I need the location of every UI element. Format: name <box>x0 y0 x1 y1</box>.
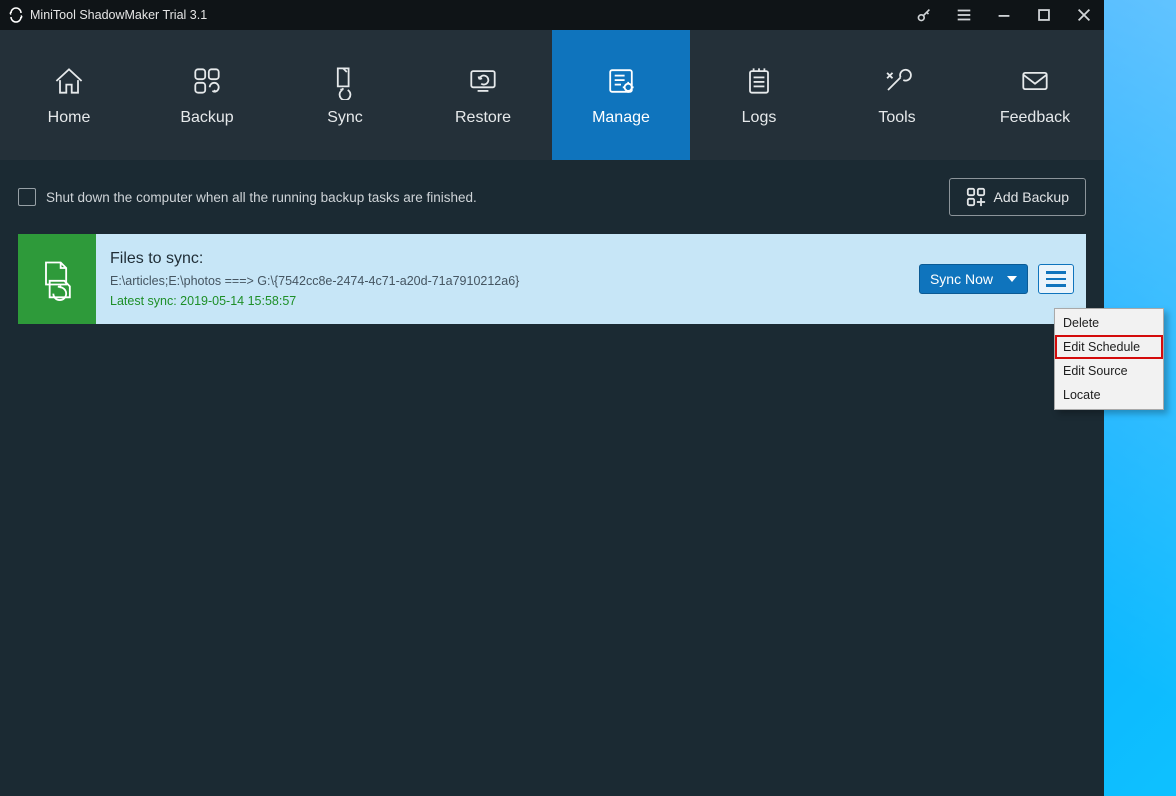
nav-tools[interactable]: Tools <box>828 30 966 160</box>
logs-icon <box>741 63 777 99</box>
nav-label: Home <box>48 109 91 127</box>
shutdown-checkbox-label: Shut down the computer when all the runn… <box>46 190 477 205</box>
nav-backup[interactable]: Backup <box>138 30 276 160</box>
restore-icon <box>465 63 501 99</box>
nav-sync[interactable]: Sync <box>276 30 414 160</box>
key-icon[interactable] <box>904 0 944 30</box>
home-icon <box>51 63 87 99</box>
sync-now-button[interactable]: Sync Now <box>919 264 1028 294</box>
task-type-badge <box>18 234 96 324</box>
task-body[interactable]: Files to sync: E:\articles;E:\photos ===… <box>96 234 1086 324</box>
shutdown-checkbox[interactable]: Shut down the computer when all the runn… <box>18 188 477 206</box>
minimize-button[interactable] <box>984 0 1024 30</box>
maximize-button[interactable] <box>1024 0 1064 30</box>
ctx-edit-source[interactable]: Edit Source <box>1055 359 1163 383</box>
ctx-delete[interactable]: Delete <box>1055 311 1163 335</box>
nav-label: Tools <box>878 109 915 127</box>
options-row: Shut down the computer when all the runn… <box>18 178 1086 216</box>
main-nav: Home Backup Sync Restore Manage <box>0 30 1104 160</box>
file-sync-icon <box>35 257 79 301</box>
app-logo-icon <box>8 7 24 23</box>
content-area: Shut down the computer when all the runn… <box>0 160 1104 796</box>
ctx-locate[interactable]: Locate <box>1055 383 1163 407</box>
title-bar: MiniTool ShadowMaker Trial 3.1 <box>0 0 1104 30</box>
nav-label: Feedback <box>1000 109 1070 127</box>
checkbox-box <box>18 188 36 206</box>
tools-icon <box>879 63 915 99</box>
menu-icon[interactable] <box>944 0 984 30</box>
sync-icon <box>327 63 363 99</box>
sync-task-card: Files to sync: E:\articles;E:\photos ===… <box>18 234 1086 324</box>
ctx-edit-schedule[interactable]: Edit Schedule <box>1055 335 1163 359</box>
backup-icon <box>189 63 225 99</box>
sync-now-label: Sync Now <box>930 271 993 287</box>
app-window: MiniTool ShadowMaker Trial 3.1 Home <box>0 0 1104 796</box>
nav-home[interactable]: Home <box>0 30 138 160</box>
dropdown-caret-icon <box>1007 276 1017 282</box>
nav-label: Sync <box>327 109 363 127</box>
feedback-icon <box>1017 63 1053 99</box>
nav-label: Manage <box>592 109 650 127</box>
close-button[interactable] <box>1064 0 1104 30</box>
add-backup-label: Add Backup <box>994 189 1070 205</box>
nav-label: Restore <box>455 109 511 127</box>
nav-feedback[interactable]: Feedback <box>966 30 1104 160</box>
manage-icon <box>603 63 639 99</box>
nav-label: Backup <box>180 109 233 127</box>
task-menu-button[interactable] <box>1038 264 1074 294</box>
nav-restore[interactable]: Restore <box>414 30 552 160</box>
add-backup-icon <box>966 187 986 207</box>
task-latest-sync: Latest sync: 2019-05-14 15:58:57 <box>110 294 1072 308</box>
add-backup-button[interactable]: Add Backup <box>949 178 1087 216</box>
nav-label: Logs <box>742 109 777 127</box>
window-title: MiniTool ShadowMaker Trial 3.1 <box>30 8 207 22</box>
task-context-menu: Delete Edit Schedule Edit Source Locate <box>1054 308 1164 410</box>
nav-manage[interactable]: Manage <box>552 30 690 160</box>
nav-logs[interactable]: Logs <box>690 30 828 160</box>
task-actions: Sync Now <box>919 264 1074 294</box>
